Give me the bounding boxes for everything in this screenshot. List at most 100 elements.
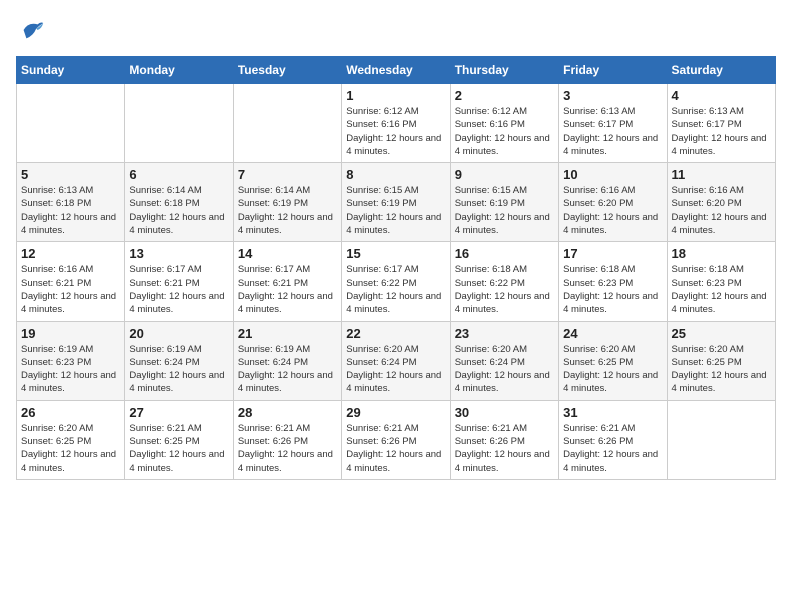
- day-number: 20: [129, 326, 228, 341]
- calendar-cell: 20 Sunrise: 6:19 AM Sunset: 6:24 PM Dayli…: [125, 321, 233, 400]
- day-info: Sunrise: 6:15 AM Sunset: 6:19 PM Dayligh…: [346, 184, 445, 237]
- day-number: 25: [672, 326, 771, 341]
- day-info: Sunrise: 6:18 AM Sunset: 6:23 PM Dayligh…: [672, 263, 771, 316]
- calendar-cell: 12 Sunrise: 6:16 AM Sunset: 6:21 PM Dayli…: [17, 242, 125, 321]
- day-info: Sunrise: 6:17 AM Sunset: 6:21 PM Dayligh…: [129, 263, 228, 316]
- day-number: 21: [238, 326, 337, 341]
- calendar-cell: 24 Sunrise: 6:20 AM Sunset: 6:25 PM Dayli…: [559, 321, 667, 400]
- day-number: 2: [455, 88, 554, 103]
- day-number: 13: [129, 246, 228, 261]
- day-of-week-header: Friday: [559, 57, 667, 84]
- day-info: Sunrise: 6:21 AM Sunset: 6:25 PM Dayligh…: [129, 422, 228, 475]
- calendar-cell: 26 Sunrise: 6:20 AM Sunset: 6:25 PM Dayli…: [17, 400, 125, 479]
- day-number: 15: [346, 246, 445, 261]
- logo: [16, 16, 46, 44]
- day-info: Sunrise: 6:20 AM Sunset: 6:25 PM Dayligh…: [21, 422, 120, 475]
- day-number: 27: [129, 405, 228, 420]
- calendar-table: SundayMondayTuesdayWednesdayThursdayFrid…: [16, 56, 776, 480]
- calendar-cell: 10 Sunrise: 6:16 AM Sunset: 6:20 PM Dayli…: [559, 163, 667, 242]
- day-info: Sunrise: 6:20 AM Sunset: 6:25 PM Dayligh…: [672, 343, 771, 396]
- day-info: Sunrise: 6:16 AM Sunset: 6:21 PM Dayligh…: [21, 263, 120, 316]
- day-info: Sunrise: 6:21 AM Sunset: 6:26 PM Dayligh…: [238, 422, 337, 475]
- calendar-cell: 8 Sunrise: 6:15 AM Sunset: 6:19 PM Daylig…: [342, 163, 450, 242]
- calendar-cell: [17, 84, 125, 163]
- day-number: 5: [21, 167, 120, 182]
- calendar-cell: 6 Sunrise: 6:14 AM Sunset: 6:18 PM Daylig…: [125, 163, 233, 242]
- day-info: Sunrise: 6:20 AM Sunset: 6:25 PM Dayligh…: [563, 343, 662, 396]
- day-number: 19: [21, 326, 120, 341]
- day-info: Sunrise: 6:18 AM Sunset: 6:22 PM Dayligh…: [455, 263, 554, 316]
- calendar-week-row: 12 Sunrise: 6:16 AM Sunset: 6:21 PM Dayli…: [17, 242, 776, 321]
- calendar-cell: 7 Sunrise: 6:14 AM Sunset: 6:19 PM Daylig…: [233, 163, 341, 242]
- day-info: Sunrise: 6:21 AM Sunset: 6:26 PM Dayligh…: [563, 422, 662, 475]
- day-number: 10: [563, 167, 662, 182]
- day-info: Sunrise: 6:21 AM Sunset: 6:26 PM Dayligh…: [346, 422, 445, 475]
- day-number: 8: [346, 167, 445, 182]
- calendar-cell: 13 Sunrise: 6:17 AM Sunset: 6:21 PM Dayli…: [125, 242, 233, 321]
- day-number: 12: [21, 246, 120, 261]
- day-info: Sunrise: 6:21 AM Sunset: 6:26 PM Dayligh…: [455, 422, 554, 475]
- day-info: Sunrise: 6:19 AM Sunset: 6:24 PM Dayligh…: [238, 343, 337, 396]
- calendar-cell: 19Sunrise: 6:19 AM Sunset: 6:23 PM Dayli…: [17, 321, 125, 400]
- day-of-week-header: Saturday: [667, 57, 775, 84]
- day-info: Sunrise: 6:14 AM Sunset: 6:19 PM Dayligh…: [238, 184, 337, 237]
- day-info: Sunrise: 6:12 AM Sunset: 6:16 PM Dayligh…: [346, 105, 445, 158]
- day-info: Sunrise: 6:13 AM Sunset: 6:17 PM Dayligh…: [563, 105, 662, 158]
- calendar-cell: 23Sunrise: 6:20 AM Sunset: 6:24 PM Dayli…: [450, 321, 558, 400]
- calendar-cell: 28 Sunrise: 6:21 AM Sunset: 6:26 PM Dayli…: [233, 400, 341, 479]
- calendar-cell: 4 Sunrise: 6:13 AM Sunset: 6:17 PM Daylig…: [667, 84, 775, 163]
- day-number: 4: [672, 88, 771, 103]
- day-info: Sunrise: 6:20 AM Sunset: 6:24 PM Dayligh…: [455, 343, 554, 396]
- day-number: 30: [455, 405, 554, 420]
- day-info: Sunrise: 6:20 AM Sunset: 6:24 PM Dayligh…: [346, 343, 445, 396]
- calendar-cell: 1 Sunrise: 6:12 AM Sunset: 6:16 PM Daylig…: [342, 84, 450, 163]
- calendar-cell: 2 Sunrise: 6:12 AM Sunset: 6:16 PM Daylig…: [450, 84, 558, 163]
- day-number: 6: [129, 167, 228, 182]
- day-number: 24: [563, 326, 662, 341]
- calendar-cell: 29 Sunrise: 6:21 AM Sunset: 6:26 PM Dayli…: [342, 400, 450, 479]
- calendar-week-row: 19Sunrise: 6:19 AM Sunset: 6:23 PM Dayli…: [17, 321, 776, 400]
- day-info: Sunrise: 6:16 AM Sunset: 6:20 PM Dayligh…: [563, 184, 662, 237]
- calendar-week-row: 26 Sunrise: 6:20 AM Sunset: 6:25 PM Dayli…: [17, 400, 776, 479]
- calendar-cell: 18 Sunrise: 6:18 AM Sunset: 6:23 PM Dayli…: [667, 242, 775, 321]
- calendar-cell: 5 Sunrise: 6:13 AM Sunset: 6:18 PM Daylig…: [17, 163, 125, 242]
- calendar-cell: 9 Sunrise: 6:15 AM Sunset: 6:19 PM Daylig…: [450, 163, 558, 242]
- day-number: 26: [21, 405, 120, 420]
- day-number: 1: [346, 88, 445, 103]
- calendar-cell: [125, 84, 233, 163]
- day-number: 17: [563, 246, 662, 261]
- day-info: Sunrise: 6:17 AM Sunset: 6:22 PM Dayligh…: [346, 263, 445, 316]
- day-info: Sunrise: 6:17 AM Sunset: 6:21 PM Dayligh…: [238, 263, 337, 316]
- day-number: 3: [563, 88, 662, 103]
- day-number: 28: [238, 405, 337, 420]
- day-number: 31: [563, 405, 662, 420]
- day-info: Sunrise: 6:16 AM Sunset: 6:20 PM Dayligh…: [672, 184, 771, 237]
- day-number: 18: [672, 246, 771, 261]
- day-of-week-header: Wednesday: [342, 57, 450, 84]
- day-of-week-header: Tuesday: [233, 57, 341, 84]
- day-info: Sunrise: 6:13 AM Sunset: 6:18 PM Dayligh…: [21, 184, 120, 237]
- day-of-week-header: Sunday: [17, 57, 125, 84]
- page-header: [16, 16, 776, 44]
- calendar-cell: 21 Sunrise: 6:19 AM Sunset: 6:24 PM Dayli…: [233, 321, 341, 400]
- calendar-cell: 11Sunrise: 6:16 AM Sunset: 6:20 PM Dayli…: [667, 163, 775, 242]
- day-number: 29: [346, 405, 445, 420]
- day-info: Sunrise: 6:14 AM Sunset: 6:18 PM Dayligh…: [129, 184, 228, 237]
- day-info: Sunrise: 6:15 AM Sunset: 6:19 PM Dayligh…: [455, 184, 554, 237]
- logo-bird-icon: [18, 16, 46, 44]
- day-info: Sunrise: 6:19 AM Sunset: 6:24 PM Dayligh…: [129, 343, 228, 396]
- day-number: 22: [346, 326, 445, 341]
- day-info: Sunrise: 6:13 AM Sunset: 6:17 PM Dayligh…: [672, 105, 771, 158]
- day-number: 9: [455, 167, 554, 182]
- day-info: Sunrise: 6:12 AM Sunset: 6:16 PM Dayligh…: [455, 105, 554, 158]
- calendar-cell: 22 Sunrise: 6:20 AM Sunset: 6:24 PM Dayli…: [342, 321, 450, 400]
- day-of-week-header: Thursday: [450, 57, 558, 84]
- day-number: 7: [238, 167, 337, 182]
- calendar-cell: 14Sunrise: 6:17 AM Sunset: 6:21 PM Dayli…: [233, 242, 341, 321]
- calendar-cell: 16Sunrise: 6:18 AM Sunset: 6:22 PM Dayli…: [450, 242, 558, 321]
- calendar-cell: 30 Sunrise: 6:21 AM Sunset: 6:26 PM Dayli…: [450, 400, 558, 479]
- calendar-cell: [667, 400, 775, 479]
- day-of-week-header: Monday: [125, 57, 233, 84]
- calendar-cell: [233, 84, 341, 163]
- calendar-cell: 25 Sunrise: 6:20 AM Sunset: 6:25 PM Dayli…: [667, 321, 775, 400]
